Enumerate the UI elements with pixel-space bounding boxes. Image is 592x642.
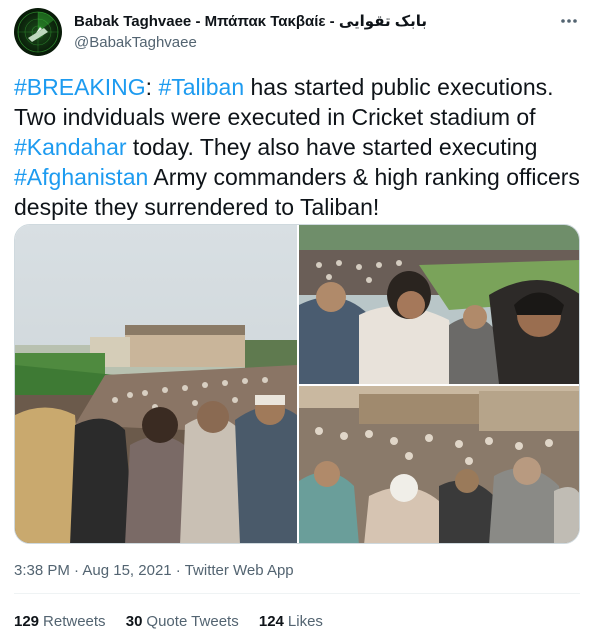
tweet-text: #BREAKING: #Taliban has started public e… <box>14 72 580 222</box>
tweet-meta: 3:38 PM · Aug 15, 2021 · Twitter Web App <box>14 562 294 579</box>
photo-crowd-closeup[interactable] <box>299 225 579 384</box>
meta-separator: · <box>171 562 185 579</box>
quote-tweets-stat[interactable]: 30 Quote Tweets <box>126 613 239 630</box>
photo-stadium-crowd[interactable] <box>15 225 297 543</box>
retweets-stat[interactable]: 129 Retweets <box>14 613 106 630</box>
tweet-stats: 129 Retweets 30 Quote Tweets 124 Likes <box>14 613 339 630</box>
photo-stadium-stands[interactable] <box>299 386 579 543</box>
quote-tweets-label: Quote Tweets <box>146 613 239 630</box>
divider <box>14 593 580 594</box>
likes-count: 124 <box>258 613 284 630</box>
retweets-label: Retweets <box>43 613 106 630</box>
quote-tweets-count: 30 <box>125 613 143 630</box>
avatar[interactable] <box>14 8 62 56</box>
radar-logo-icon <box>17 11 59 53</box>
likes-label: Likes <box>287 613 323 630</box>
hashtag-link[interactable]: #Taliban <box>158 74 244 100</box>
tweet-source[interactable]: Twitter Web App <box>185 562 294 579</box>
hashtag-link[interactable]: #BREAKING <box>14 74 146 100</box>
tweet-date[interactable]: Aug 15, 2021 <box>82 562 171 579</box>
author-display-name[interactable]: Babak Taghvaee - Μπάπακ Τακβαίε - بابک ت… <box>74 12 427 30</box>
tweet-text-segment: today. They also have started executing <box>126 134 538 160</box>
tweet-media[interactable] <box>14 224 580 544</box>
tweet-card: Babak Taghvaee - Μπάπακ Τακβαίε - بابک ت… <box>0 0 592 642</box>
meta-separator: · <box>69 562 83 579</box>
tweet-time[interactable]: 3:38 PM <box>14 562 70 579</box>
hashtag-link[interactable]: #Kandahar <box>14 134 127 160</box>
tweet-text-segment: : <box>145 74 159 100</box>
author-handle[interactable]: @BabakTaghvaee <box>74 34 197 51</box>
more-icon[interactable] <box>556 10 582 36</box>
retweets-count: 129 <box>14 613 40 630</box>
hashtag-link[interactable]: #Afghanistan <box>14 164 148 190</box>
likes-stat[interactable]: 124 Likes <box>259 613 323 630</box>
